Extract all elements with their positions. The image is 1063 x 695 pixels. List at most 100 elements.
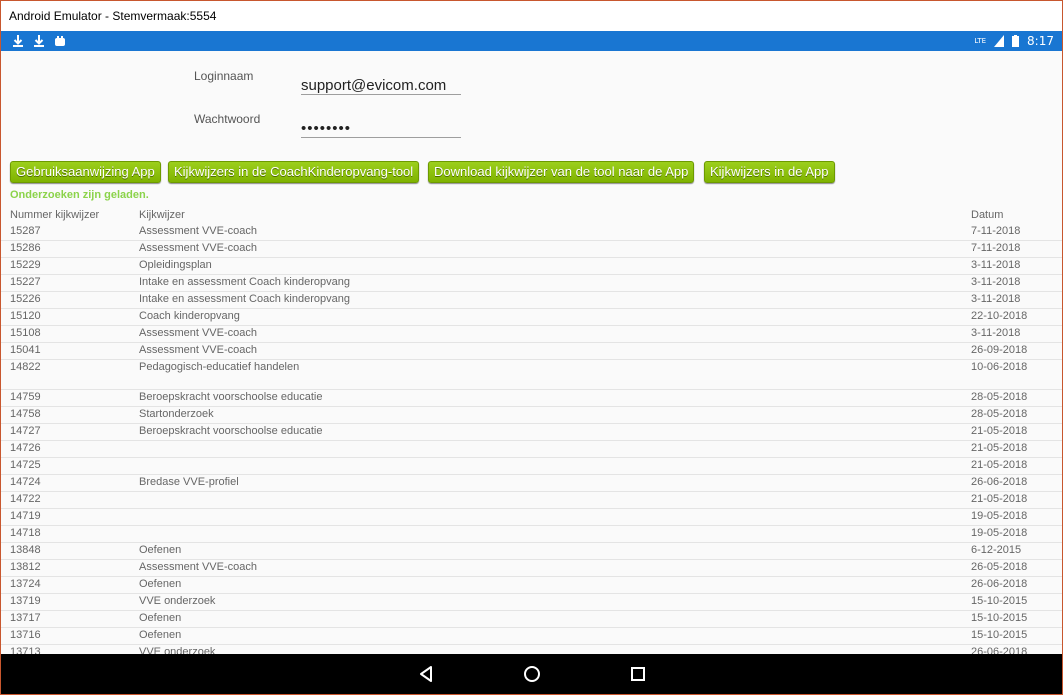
download-icon xyxy=(13,35,23,47)
table-row[interactable]: 13716 Oefenen 15-10-2015 xyxy=(1,628,1062,645)
table-row[interactable]: 15041 Assessment VVE-coach 26-09-2018 xyxy=(1,343,1062,360)
table-row[interactable]: 15287 Assessment VVE-coach 7-11-2018 xyxy=(1,224,1062,241)
app-kijkwijzers-button[interactable]: Kijkwijzers in de App xyxy=(704,161,835,183)
cell-number: 14724 xyxy=(10,476,41,488)
cell-number: 14726 xyxy=(10,442,41,454)
cell-date: 21-05-2018 xyxy=(971,493,1028,505)
cell-kijkwijzer: Intake en assessment Coach kinderopvang xyxy=(139,276,350,288)
table-row[interactable]: 15120 Coach kinderopvang 22-10-2018 xyxy=(1,309,1062,326)
cell-kijkwijzer: Beroepskracht voorschoolse educatie xyxy=(139,425,323,437)
back-icon[interactable] xyxy=(415,663,437,685)
table-row[interactable]: 14726 21-05-2018 xyxy=(1,441,1062,458)
cell-kijkwijzer: Pedagogisch-educatief handelen xyxy=(139,361,300,373)
signal-icon xyxy=(994,35,1005,47)
table-row[interactable]: 15226 Intake en assessment Coach kinderop… xyxy=(1,292,1062,309)
cell-number: 13812 xyxy=(10,561,41,573)
recents-icon[interactable] xyxy=(627,663,649,685)
cell-number: 14725 xyxy=(10,459,41,471)
cell-kijkwijzer: Assessment VVE-coach xyxy=(139,327,257,339)
table-row[interactable]: 14722 21-05-2018 xyxy=(1,492,1062,509)
cell-date: 6-12-2015 xyxy=(971,544,1022,556)
password-input[interactable] xyxy=(301,120,461,138)
cell-date: 7-11-2018 xyxy=(971,242,1021,254)
table-row[interactable]: 14724 Bredase VVE-profiel 26-06-2018 xyxy=(1,475,1062,492)
cell-date: 15-10-2015 xyxy=(971,595,1028,607)
cell-number: 14722 xyxy=(10,493,41,505)
cell-kijkwijzer: Intake en assessment Coach kinderopvang xyxy=(139,293,350,305)
cell-date: 28-05-2018 xyxy=(971,408,1028,420)
cell-kijkwijzer: Coach kinderopvang xyxy=(139,310,240,322)
cell-kijkwijzer: Oefenen xyxy=(139,629,182,641)
cell-kijkwijzer: Startonderzoek xyxy=(139,408,214,420)
cell-kijkwijzer: Beroepskracht voorschoolse educatie xyxy=(139,391,323,403)
table-row[interactable]: 13719 VVE onderzoek 15-10-2015 xyxy=(1,594,1062,611)
table-row[interactable]: 14727 Beroepskracht voorschoolse educatie… xyxy=(1,424,1062,441)
battery-icon xyxy=(1012,35,1020,47)
table-row[interactable]: 15286 Assessment VVE-coach 7-11-2018 xyxy=(1,241,1062,258)
table-row[interactable]: 14822 Pedagogisch-educatief handelen 10-06… xyxy=(1,360,1062,390)
table-row[interactable]: 14725 21-05-2018 xyxy=(1,458,1062,475)
home-icon[interactable] xyxy=(521,663,543,685)
table-row[interactable]: 14758 Startonderzoek 28-05-2018 xyxy=(1,407,1062,424)
download-kijkwijzer-button[interactable]: Download kijkwijzer van de tool naar de … xyxy=(428,161,695,183)
table-row[interactable]: 15227 Intake en assessment Coach kinderop… xyxy=(1,275,1062,292)
column-header-date: Datum xyxy=(971,209,1004,221)
cell-date: 26-06-2018 xyxy=(971,476,1028,488)
cell-number: 15227 xyxy=(10,276,41,288)
table-row[interactable]: 14718 19-05-2018 xyxy=(1,526,1062,543)
cell-date: 21-05-2018 xyxy=(971,459,1028,471)
cell-number: 13848 xyxy=(10,544,41,556)
cell-number: 13713 xyxy=(10,646,41,654)
cell-number: 14727 xyxy=(10,425,41,437)
cell-kijkwijzer: Bredase VVE-profiel xyxy=(139,476,239,488)
cell-number: 15120 xyxy=(10,310,41,322)
cell-kijkwijzer: Opleidingsplan xyxy=(139,259,212,271)
table-row[interactable]: 13812 Assessment VVE-coach 26-05-2018 xyxy=(1,560,1062,577)
cell-kijkwijzer: Oefenen xyxy=(139,578,182,590)
table-row[interactable]: 13848 Oefenen 6-12-2015 xyxy=(1,543,1062,560)
cell-date: 22-10-2018 xyxy=(971,310,1028,322)
table-row[interactable]: 14719 19-05-2018 xyxy=(1,509,1062,526)
clock: 8:17 xyxy=(1027,34,1054,48)
table-row[interactable]: 15229 Opleidingsplan 3-11-2018 xyxy=(1,258,1062,275)
cell-number: 13716 xyxy=(10,629,41,641)
cell-number: 13717 xyxy=(10,612,41,624)
cell-date: 3-11-2018 xyxy=(971,327,1021,339)
cell-date: 28-05-2018 xyxy=(971,391,1028,403)
cell-kijkwijzer: VVE onderzoek xyxy=(139,646,216,654)
cell-date: 26-09-2018 xyxy=(971,344,1028,356)
android-status-bar: LTE 8:17 xyxy=(1,31,1062,51)
cell-number: 13724 xyxy=(10,578,41,590)
tool-kijkwijzers-button[interactable]: Kijkwijzers in de CoachKinderopvang-tool xyxy=(168,161,420,183)
kijkwijzer-table: 15287 Assessment VVE-coach 7-11-2018 15286 A… xyxy=(1,224,1062,654)
network-lte-icon: LTE xyxy=(974,37,987,45)
manual-button[interactable]: Gebruiksaanwijzing App xyxy=(10,161,161,183)
table-row[interactable]: 13724 Oefenen 26-06-2018 xyxy=(1,577,1062,594)
window-title: Android Emulator - Stemvermaak:5554 xyxy=(1,1,1062,31)
column-header-number: Nummer kijkwijzer xyxy=(10,209,100,221)
cell-kijkwijzer: Assessment VVE-coach xyxy=(139,242,257,254)
column-header-kijkwijzer: Kijkwijzer xyxy=(139,209,185,221)
cell-number: 15041 xyxy=(10,344,41,356)
username-input[interactable] xyxy=(301,77,461,95)
cell-number: 15226 xyxy=(10,293,41,305)
cell-date: 21-05-2018 xyxy=(971,425,1028,437)
table-row[interactable]: 14759 Beroepskracht voorschoolse educatie… xyxy=(1,390,1062,407)
cell-date: 3-11-2018 xyxy=(971,276,1021,288)
table-row[interactable]: 15108 Assessment VVE-coach 3-11-2018 xyxy=(1,326,1062,343)
table-row[interactable]: 13717 Oefenen 15-10-2015 xyxy=(1,611,1062,628)
cell-date: 10-06-2018 xyxy=(971,361,1028,373)
username-label: Loginnaam xyxy=(194,69,254,83)
cell-number: 14758 xyxy=(10,408,41,420)
cell-kijkwijzer: Oefenen xyxy=(139,544,182,556)
password-label: Wachtwoord xyxy=(194,112,261,126)
cell-date: 7-11-2018 xyxy=(971,225,1021,237)
android-icon xyxy=(55,36,65,46)
cell-date: 26-06-2018 xyxy=(971,646,1028,654)
cell-number: 15287 xyxy=(10,225,41,237)
cell-date: 3-11-2018 xyxy=(971,293,1021,305)
cell-date: 15-10-2015 xyxy=(971,629,1028,641)
android-nav-bar xyxy=(1,654,1062,694)
status-message: Onderzoeken zijn geladen. xyxy=(10,189,149,201)
table-row[interactable]: 13713 VVE onderzoek 26-06-2018 xyxy=(1,645,1062,654)
